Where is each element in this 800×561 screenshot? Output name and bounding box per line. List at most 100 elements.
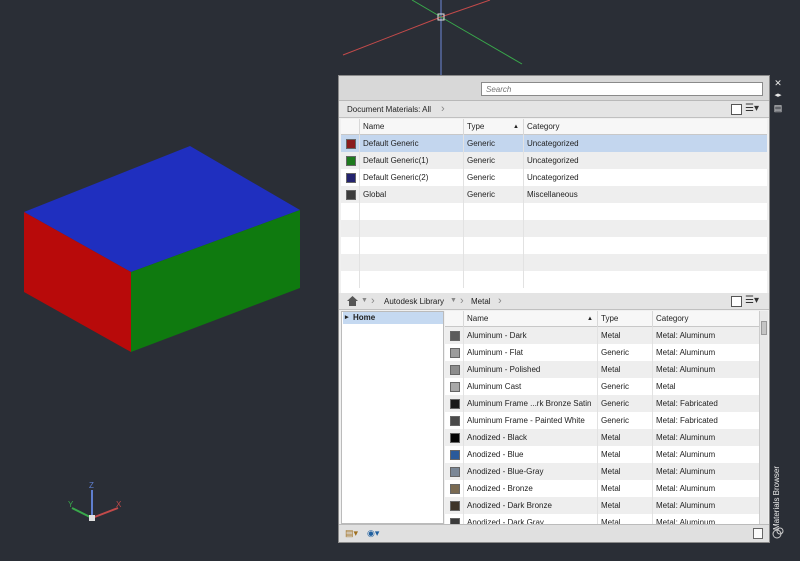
breadcrumb-autodesk-library[interactable]: Autodesk Library	[384, 296, 444, 307]
material-editor-icon[interactable]	[753, 528, 763, 539]
column-header-name[interactable]: Name	[359, 119, 463, 135]
table-row[interactable]: Default Generic(2) Generic Uncategorized	[341, 169, 767, 186]
table-row[interactable]: Aluminum - Polished Metal Metal: Aluminum	[445, 361, 759, 378]
cell-name	[359, 203, 463, 220]
cell-category	[523, 271, 767, 288]
table-row[interactable]: Global Generic Miscellaneous	[341, 186, 767, 203]
close-icon[interactable]: ✕	[773, 78, 783, 88]
cell-type	[463, 271, 523, 288]
table-row[interactable]: Aluminum Frame - Painted White Generic Met…	[445, 412, 759, 429]
table-row[interactable]: Anodized - Blue-Gray Metal Metal: Aluminum	[445, 463, 759, 480]
cell-category: Metal: Aluminum	[652, 446, 759, 463]
list-view-icon[interactable]: ☰▾	[745, 295, 759, 307]
crosshair-cursor	[342, 0, 523, 75]
empty-row	[341, 203, 767, 220]
tree-item-home[interactable]: ▸ Home	[343, 312, 443, 324]
table-row[interactable]: Anodized - Black Metal Metal: Aluminum	[445, 429, 759, 446]
library-materials-table: Name ▲ Type Category Aluminum - Dark Meta…	[445, 311, 759, 524]
cell-category: Metal: Aluminum	[652, 514, 759, 524]
table-header: Name ▲ Type Category	[445, 311, 759, 327]
table-row[interactable]: Default Generic Generic Uncategorized	[341, 135, 767, 152]
properties-icon[interactable]: ▤	[773, 103, 783, 113]
tree-item-home-label: Home	[353, 313, 376, 322]
empty-row	[341, 220, 767, 237]
cell-type: Metal	[597, 463, 652, 480]
cell-name: Aluminum - Polished	[463, 361, 597, 378]
table-row[interactable]: Anodized - Dark Bronze Metal Metal: Alumin…	[445, 497, 759, 514]
cell-name: Anodized - Blue	[463, 446, 597, 463]
cell-category: Miscellaneous	[523, 186, 767, 203]
list-view-icon[interactable]: ☰▾	[745, 103, 759, 115]
table-row[interactable]: Aluminum Cast Generic Metal	[445, 378, 759, 395]
table-header: Name Type ▲ Category	[341, 119, 767, 135]
ucs-x-label: X	[116, 500, 122, 509]
view-toggle-icon[interactable]	[731, 296, 742, 307]
table-row[interactable]: Anodized - Bronze Metal Metal: Aluminum	[445, 480, 759, 497]
expand-triangle-icon[interactable]: ▸	[345, 312, 349, 324]
material-swatch-icon	[450, 348, 460, 358]
box-solid[interactable]	[24, 146, 300, 352]
cell-type: Metal	[597, 429, 652, 446]
material-swatch-icon	[450, 399, 460, 409]
cell-category: Metal: Aluminum	[652, 344, 759, 361]
cell-name: Default Generic(2)	[359, 169, 463, 186]
cell-name: Aluminum Frame - Painted White	[463, 412, 597, 429]
cell-type: Generic	[597, 395, 652, 412]
palette-bottom-bar: ▤▾ ◉▾	[339, 524, 769, 542]
empty-row	[341, 237, 767, 254]
column-header-type[interactable]: Type ▲	[463, 119, 523, 135]
material-swatch-icon	[450, 501, 460, 511]
column-header-name[interactable]: Name ▲	[463, 311, 597, 327]
chevron-down-icon[interactable]: ▼	[361, 294, 369, 308]
materials-browser-palette: Document Materials: All › ☰▾ Name Type ▲…	[338, 75, 770, 543]
library-menu-icon[interactable]: ▤▾	[345, 528, 358, 539]
table-row[interactable]: Anodized - Dark Gray Metal Metal: Aluminum	[445, 514, 759, 524]
table-row[interactable]: Default Generic(1) Generic Uncategorized	[341, 152, 767, 169]
cell-type: Generic	[597, 344, 652, 361]
cell-name: Aluminum Frame ...rk Bronze Satin	[463, 395, 597, 412]
scrollbar-thumb[interactable]	[761, 321, 767, 335]
chevron-right-icon: ›	[371, 295, 375, 307]
material-swatch-icon	[346, 173, 356, 183]
search-input[interactable]	[481, 82, 763, 96]
breadcrumb-metal[interactable]: Metal	[471, 296, 491, 307]
ucs-z-label: Z	[89, 481, 94, 490]
palette-title-strip[interactable]: ✕ ◂▸ ▤ Materials Browser	[770, 75, 786, 543]
document-materials-filter[interactable]: Document Materials: All	[347, 104, 431, 115]
library-scrollbar[interactable]	[759, 311, 768, 524]
cell-name: Global	[359, 186, 463, 203]
column-header-type[interactable]: Type	[597, 311, 652, 327]
column-header-name-label: Name	[467, 314, 489, 323]
table-row[interactable]: Aluminum - Dark Metal Metal: Aluminum	[445, 327, 759, 344]
cell-name: Anodized - Bronze	[463, 480, 597, 497]
column-header-category[interactable]: Category	[652, 311, 759, 327]
material-swatch-icon	[450, 331, 460, 341]
palette-title: Materials Browser	[772, 465, 781, 530]
cell-type	[463, 254, 523, 271]
document-materials-bar: Document Materials: All › ☰▾	[339, 101, 769, 118]
chevron-down-icon[interactable]: ▼	[450, 294, 458, 308]
sort-ascending-icon: ▲	[513, 124, 519, 130]
cell-type: Metal	[597, 497, 652, 514]
material-swatch-icon	[450, 433, 460, 443]
table-row[interactable]: Aluminum Frame ...rk Bronze Satin Generic…	[445, 395, 759, 412]
view-toggle-icon[interactable]	[731, 104, 742, 115]
cell-name: Aluminum Cast	[463, 378, 597, 395]
cell-category	[523, 220, 767, 237]
cell-name	[359, 254, 463, 271]
chevron-right-icon: ›	[460, 295, 464, 307]
table-row[interactable]: Aluminum - Flat Generic Metal: Aluminum	[445, 344, 759, 361]
create-material-icon[interactable]: ◉▾	[367, 528, 379, 539]
column-header-category[interactable]: Category	[523, 119, 767, 135]
cell-type: Metal	[597, 480, 652, 497]
autohide-icon[interactable]: ◂▸	[773, 91, 783, 101]
table-row[interactable]: Anodized - Blue Metal Metal: Aluminum	[445, 446, 759, 463]
search-bar	[339, 76, 769, 101]
cell-category	[523, 203, 767, 220]
cell-type: Generic	[463, 152, 523, 169]
cell-category	[523, 254, 767, 271]
materials-icon[interactable]	[772, 527, 784, 539]
library-tree: ▸ Home	[341, 311, 444, 524]
cell-type: Generic	[597, 412, 652, 429]
home-icon[interactable]	[347, 296, 358, 306]
